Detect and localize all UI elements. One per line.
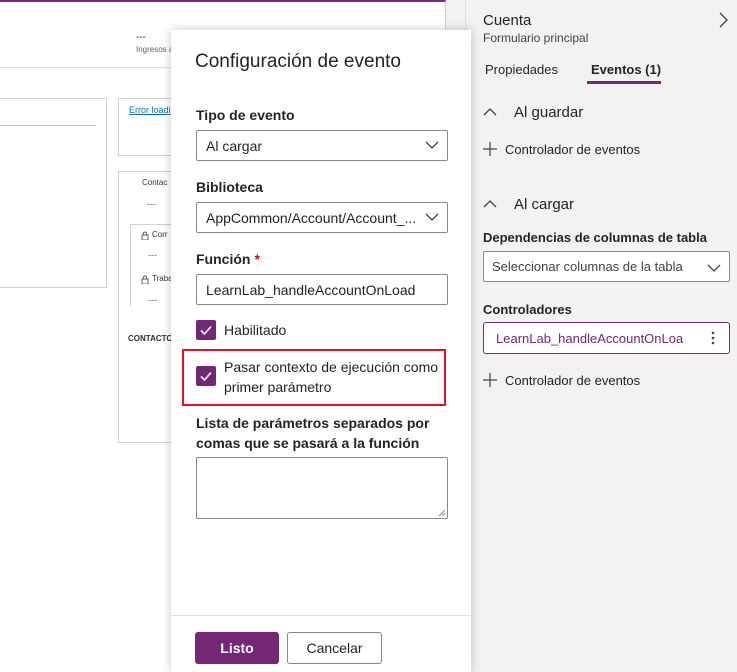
- library-dropdown[interactable]: AppCommon/Account/Account_...: [196, 202, 448, 233]
- enabled-checkbox[interactable]: [196, 320, 216, 340]
- configure-event-dialog: Configuración de evento Tipo de evento A…: [171, 30, 471, 672]
- handler-name: LearnLab_handleAccountOnLoa: [496, 331, 684, 346]
- function-value: LearnLab_handleAccountOnLoad: [206, 282, 416, 298]
- tab-active-indicator: [587, 81, 661, 84]
- function-label: Función *: [196, 251, 260, 267]
- table-columns-dropdown[interactable]: Seleccionar columnas de la tabla: [483, 251, 730, 282]
- pass-context-label: Pasar contexto de ejecución como primer …: [224, 357, 438, 397]
- field1-value: ---: [148, 250, 157, 260]
- more-vertical-icon[interactable]: [706, 330, 720, 346]
- add-handler-label: Controlador de eventos: [505, 142, 641, 157]
- chevron-down-icon: [425, 213, 439, 221]
- error-link[interactable]: Error loadi: [129, 105, 171, 115]
- done-button[interactable]: Listo: [195, 632, 279, 664]
- on-save-label: Al guardar: [514, 104, 584, 121]
- add-event-handler-load-button[interactable]: Controlador de eventos: [483, 372, 683, 390]
- checkmark-icon: [200, 325, 212, 336]
- event-handler-item[interactable]: LearnLab_handleAccountOnLoa: [483, 322, 730, 354]
- chevron-right-icon[interactable]: [717, 12, 729, 28]
- error-card[interactable]: Error loadi: [118, 98, 178, 156]
- add-handler-label: Controlador de eventos: [505, 373, 641, 388]
- params-label: Lista de parámetros separados por comas …: [196, 415, 430, 451]
- event-type-value: Al cargar: [206, 138, 263, 154]
- on-save-section-toggle[interactable]: Al guardar: [483, 104, 683, 124]
- event-type-dropdown[interactable]: Al cargar: [196, 130, 448, 161]
- contact-section-title: CONTACTO: [128, 334, 173, 343]
- field2-label: Traba: [152, 274, 173, 283]
- chevron-down-icon: [425, 141, 439, 149]
- plus-icon: [483, 373, 497, 387]
- contact-value: ---: [147, 199, 156, 209]
- chevron-down-icon: [707, 264, 721, 272]
- on-load-section-toggle[interactable]: Al cargar: [483, 196, 683, 216]
- field1-label: Corr: [152, 230, 168, 239]
- cancel-button[interactable]: Cancelar: [287, 632, 382, 664]
- required-mark: *: [254, 251, 260, 267]
- tab-events[interactable]: Eventos (1): [591, 62, 661, 77]
- form-section-left[interactable]: [0, 98, 107, 288]
- dropdown-placeholder: Seleccionar columnas de la tabla: [492, 259, 683, 274]
- dialog-title: Configuración de evento: [195, 51, 401, 72]
- library-label: Biblioteca: [196, 179, 263, 195]
- lock-icon: [141, 275, 149, 284]
- contact-label: Contac: [142, 178, 168, 187]
- pass-context-checkbox[interactable]: [196, 366, 216, 386]
- pass-context-label-line1: Pasar contexto de ejecución como: [224, 359, 439, 375]
- on-load-label: Al cargar: [514, 196, 575, 213]
- contact-card[interactable]: Contac --- Corr --- Traba --- CONTACTO: [118, 171, 178, 443]
- add-event-handler-save-button[interactable]: Controlador de eventos: [483, 141, 683, 159]
- resize-grip-icon[interactable]: [438, 509, 446, 517]
- plus-icon: [483, 142, 497, 156]
- dependencies-label: Dependencias de columnas de tabla: [483, 230, 707, 245]
- enabled-label: Habilitado: [224, 322, 287, 338]
- lock-icon: [141, 231, 149, 240]
- chevron-up-icon: [483, 108, 497, 116]
- checkmark-icon: [200, 371, 212, 382]
- function-input[interactable]: LearnLab_handleAccountOnLoad: [196, 274, 448, 305]
- handlers-label: Controladores: [483, 302, 572, 317]
- footer-divider: [171, 615, 471, 616]
- chevron-up-icon: [483, 200, 497, 208]
- properties-panel: Cuenta Formulario principal Propiedades …: [465, 0, 737, 672]
- library-value: AppCommon/Account/Account_...: [206, 210, 417, 226]
- params-textarea[interactable]: [196, 457, 448, 519]
- panel-title: Cuenta: [483, 12, 532, 29]
- header-subtitle: Ingresos a: [136, 45, 174, 54]
- panel-subtitle: Formulario principal: [483, 31, 589, 45]
- event-type-label: Tipo de evento: [196, 107, 295, 123]
- pass-context-label-line2: primer parámetro: [224, 379, 332, 395]
- field2-value: ---: [148, 295, 157, 305]
- tab-properties[interactable]: Propiedades: [485, 62, 558, 77]
- function-label-text: Función: [196, 251, 251, 267]
- header-value: ---: [136, 32, 146, 43]
